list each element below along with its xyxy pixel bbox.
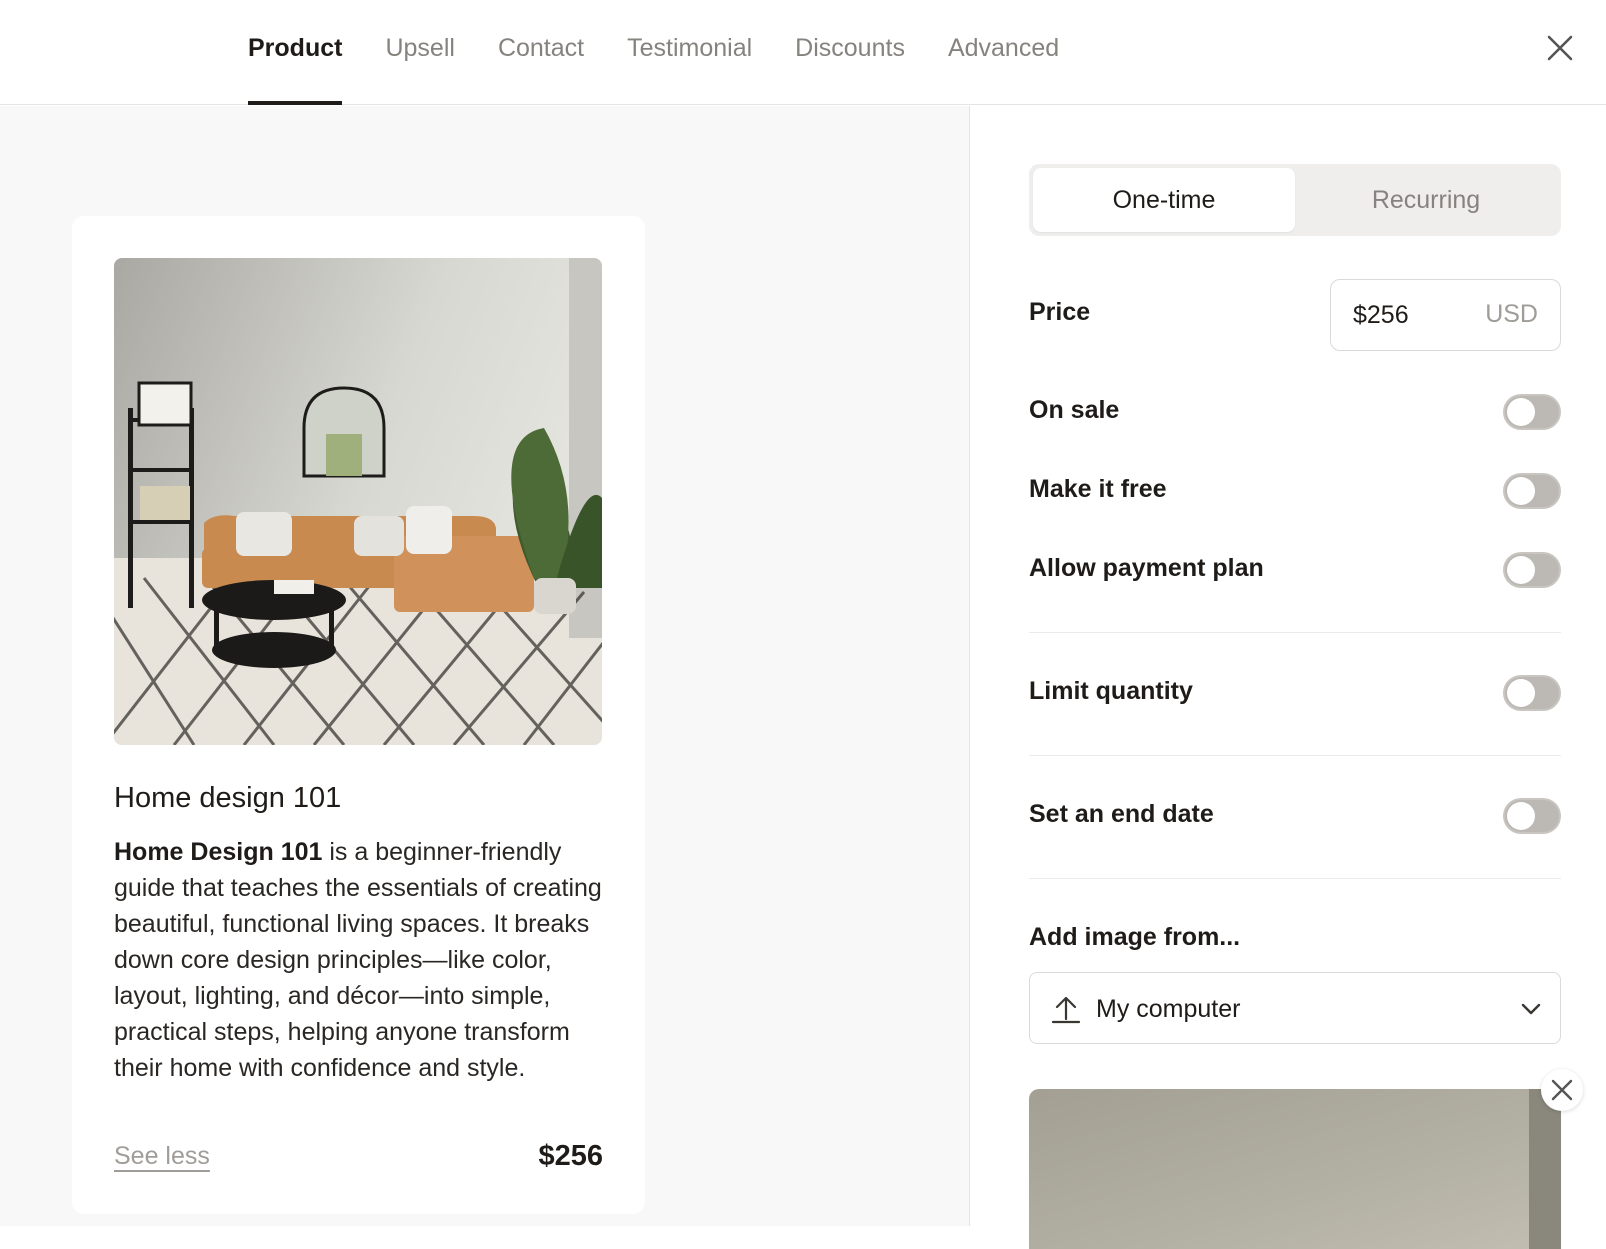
toggle-knob [1507,556,1535,584]
chevron-down-icon [1520,999,1542,1019]
tab-bar: Product Upsell Contact Testimonial Disco… [248,0,1102,105]
see-less-link[interactable]: See less [114,1142,210,1171]
remove-image-button[interactable] [1541,1069,1583,1111]
description-bold: Home Design 101 [114,838,323,866]
product-image [114,258,602,745]
product-price: $256 [538,1140,603,1172]
top-nav: Product Upsell Contact Testimonial Disco… [0,0,1606,105]
price-input[interactable] [1353,280,1473,350]
currency-label: USD [1485,300,1538,328]
description-text: is a beginner-friendly guide that teache… [114,838,602,1082]
toggle-knob [1507,802,1535,830]
tab-upsell[interactable]: Upsell [385,0,454,105]
image-source-select[interactable]: My computer [1029,972,1561,1044]
toggle-knob [1507,679,1535,707]
limit-quantity-toggle[interactable] [1503,675,1561,711]
tab-testimonial[interactable]: Testimonial [627,0,752,105]
tab-product[interactable]: Product [248,0,343,105]
on-sale-toggle[interactable] [1503,394,1561,430]
payment-plan-toggle[interactable] [1503,552,1561,588]
end-date-toggle[interactable] [1503,798,1561,834]
product-description: Home Design 101 is a beginner-friendly g… [114,834,604,1086]
price-field: USD [1330,279,1561,351]
recurring-option[interactable]: Recurring [1295,168,1557,232]
limit-quantity-label: Limit quantity [1029,677,1193,705]
divider [1029,755,1561,756]
price-label: Price [1029,298,1091,326]
pricing-type-toggle: One-time Recurring [1029,164,1561,236]
make-free-label: Make it free [1029,475,1167,503]
one-time-option[interactable]: One-time [1033,168,1295,232]
tab-advanced[interactable]: Advanced [948,0,1059,105]
divider [1029,632,1561,633]
upload-icon [1050,993,1082,1025]
toggle-knob [1507,477,1535,505]
toggle-knob [1507,398,1535,426]
tab-discounts[interactable]: Discounts [795,0,905,105]
product-title: Home design 101 [114,782,342,814]
payment-plan-label: Allow payment plan [1029,554,1264,582]
end-date-label: Set an end date [1029,800,1214,828]
image-preview [1029,1089,1561,1249]
preview-pane: Home design 101 Home Design 101 is a beg… [0,106,970,1226]
make-free-toggle[interactable] [1503,473,1561,509]
settings-pane: One-time Recurring Price USD On sale Mak… [971,106,1606,1249]
product-card: Home design 101 Home Design 101 is a beg… [72,216,645,1214]
add-image-label: Add image from... [1029,923,1241,951]
on-sale-label: On sale [1029,396,1120,424]
tab-contact[interactable]: Contact [498,0,584,105]
image-source-value: My computer [1096,995,1241,1023]
close-icon[interactable] [1546,34,1574,62]
divider [1029,878,1561,879]
